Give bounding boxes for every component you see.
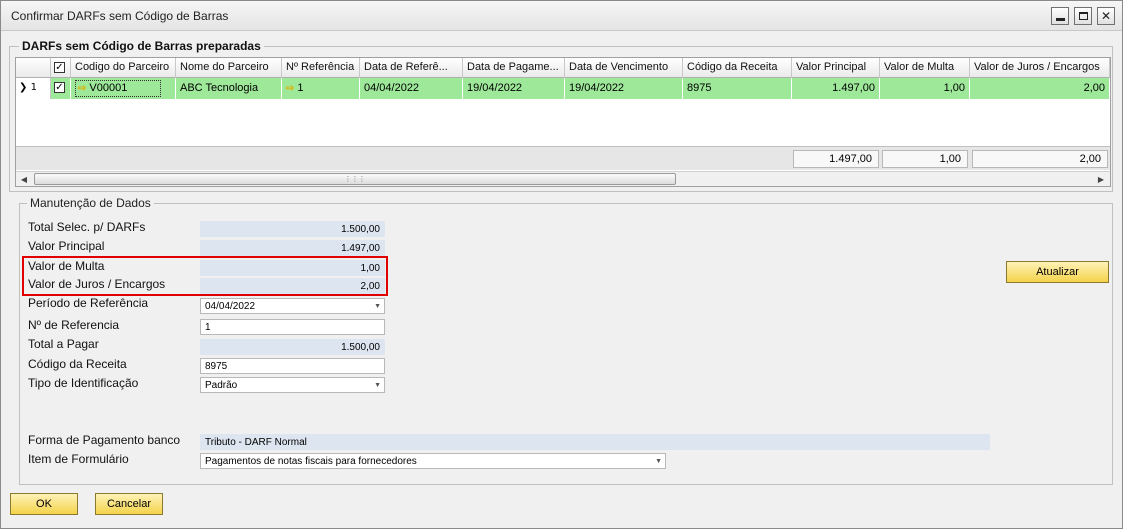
grid-header-select-all[interactable]: ✓ (51, 58, 71, 78)
cancel-button[interactable]: Cancelar (95, 493, 163, 515)
scroll-left-icon[interactable]: ◀ (17, 173, 31, 186)
minimize-button[interactable] (1051, 7, 1069, 25)
cell-interest[interactable]: 2,00 (970, 78, 1110, 99)
maintenance-group-title: Manutenção de Dados (27, 196, 154, 210)
partner-code-focus: ⇨ V00001 (75, 80, 161, 97)
form-item-dropdown[interactable]: Pagamentos de notas fiscais para fornece… (200, 453, 666, 469)
grid-header-fine[interactable]: Valor de Multa (880, 58, 970, 78)
id-type-label: Tipo de Identificação (28, 376, 139, 390)
id-type-value: Padrão (205, 380, 238, 391)
cell-due-date[interactable]: 19/04/2022 (565, 78, 683, 99)
highlight-box (22, 256, 388, 296)
ref-field[interactable]: 1 (200, 319, 385, 335)
partner-code-value: V00001 (89, 82, 128, 94)
ref-label: Nº de Referencia (28, 318, 120, 332)
dropdown-arrow-icon[interactable]: ▼ (374, 299, 381, 313)
title-bar: Confirmar DARFs sem Código de Barras ✕ (1, 1, 1122, 31)
row-checkbox-cell[interactable]: ✓ (51, 78, 71, 99)
cell-ref-number[interactable]: ⇨ 1 (282, 78, 360, 99)
total-principal: 1.497,00 (793, 150, 879, 168)
link-arrow-icon[interactable]: ⇨ (78, 81, 86, 96)
cell-partner-name[interactable]: ABC Tecnologia (176, 78, 282, 99)
revenue-field[interactable]: 8975 (200, 358, 385, 374)
total-fine: 1,00 (882, 150, 968, 168)
grid-header-partner-code[interactable]: Codigo do Parceiro (71, 58, 176, 78)
ref-number-value: 1 (297, 82, 304, 94)
window-title: Confirmar DARFs sem Código de Barras (11, 9, 229, 23)
select-all-checkbox[interactable]: ✓ (54, 62, 65, 73)
dropdown-arrow-icon[interactable]: ▼ (655, 454, 662, 468)
minimize-icon (1056, 18, 1065, 21)
maximize-icon (1079, 12, 1088, 20)
grid-header-rownum (16, 58, 51, 78)
total-interest: 2,00 (972, 150, 1108, 168)
cell-revenue-code[interactable]: 8975 (683, 78, 792, 99)
total-pay-field: 1.500,00 (200, 339, 385, 355)
update-button[interactable]: Atualizar (1006, 261, 1109, 283)
form-item-label: Item de Formulário (28, 452, 129, 466)
horizontal-scrollbar[interactable]: ◀ ⋮⋮⋮ ▶ (16, 171, 1110, 186)
ok-button[interactable]: OK (10, 493, 78, 515)
close-icon: ✕ (1100, 9, 1112, 23)
payment-form-field: Tributo - DARF Normal (200, 434, 990, 450)
grid-header-ref-number[interactable]: Nº Referência (282, 58, 360, 78)
form-item-value: Pagamentos de notas fiscais para fornece… (205, 456, 417, 467)
darfs-group-title: DARFs sem Código de Barras preparadas (19, 39, 264, 53)
link-arrow-icon[interactable]: ⇨ (286, 79, 294, 99)
principal-field: 1.497,00 (200, 240, 385, 256)
maximize-button[interactable] (1074, 7, 1092, 25)
principal-label: Valor Principal (28, 239, 105, 253)
grid-header-interest[interactable]: Valor de Juros / Encargos (970, 58, 1110, 78)
cell-principal[interactable]: 1.497,00 (792, 78, 880, 99)
total-pay-label: Total a Pagar (28, 337, 99, 351)
cell-pay-date[interactable]: 19/04/2022 (463, 78, 565, 99)
period-dropdown[interactable]: 04/04/2022 ▼ (200, 298, 385, 314)
total-selected-field: 1.500,00 (200, 221, 385, 237)
period-value: 04/04/2022 (205, 301, 256, 312)
id-type-dropdown[interactable]: Padrão ▼ (200, 377, 385, 393)
grid-totals-row: 1.497,00 1,00 2,00 (16, 146, 1110, 170)
cell-ref-date[interactable]: 04/04/2022 (360, 78, 463, 99)
period-label: Período de Referência (28, 296, 149, 310)
payment-form-label: Forma de Pagamento banco (28, 433, 181, 447)
row-checkbox[interactable]: ✓ (54, 82, 65, 93)
row-index: 1 (30, 82, 37, 93)
dropdown-arrow-icon[interactable]: ▼ (374, 378, 381, 392)
grid-header-ref-date[interactable]: Data de Referê... (360, 58, 463, 78)
revenue-label: Código da Receita (28, 357, 127, 371)
grid-header-partner-name[interactable]: Nome do Parceiro (176, 58, 282, 78)
dialog-window: Confirmar DARFs sem Código de Barras ✕ D… (0, 0, 1123, 529)
cell-partner-code[interactable]: ⇨ V00001 (71, 78, 176, 99)
close-button[interactable]: ✕ (1097, 7, 1115, 25)
row-selector[interactable]: ❯ 1 (16, 78, 51, 99)
total-selected-label: Total Selec. p/ DARFs (28, 220, 146, 234)
row-indicator-icon: ❯ (19, 82, 28, 93)
darfs-grid: ✓ Codigo do Parceiro Nome do Parceiro Nº… (15, 57, 1111, 187)
grid-header-pay-date[interactable]: Data de Pagame... (463, 58, 565, 78)
grid-header-revenue-code[interactable]: Código da Receita (683, 58, 792, 78)
scroll-thumb[interactable]: ⋮⋮⋮ (34, 173, 676, 185)
scroll-right-icon[interactable]: ▶ (1094, 173, 1108, 186)
grid-header-principal[interactable]: Valor Principal (792, 58, 880, 78)
grid-header-due-date[interactable]: Data de Vencimento (565, 58, 683, 78)
cell-fine[interactable]: 1,00 (880, 78, 970, 99)
